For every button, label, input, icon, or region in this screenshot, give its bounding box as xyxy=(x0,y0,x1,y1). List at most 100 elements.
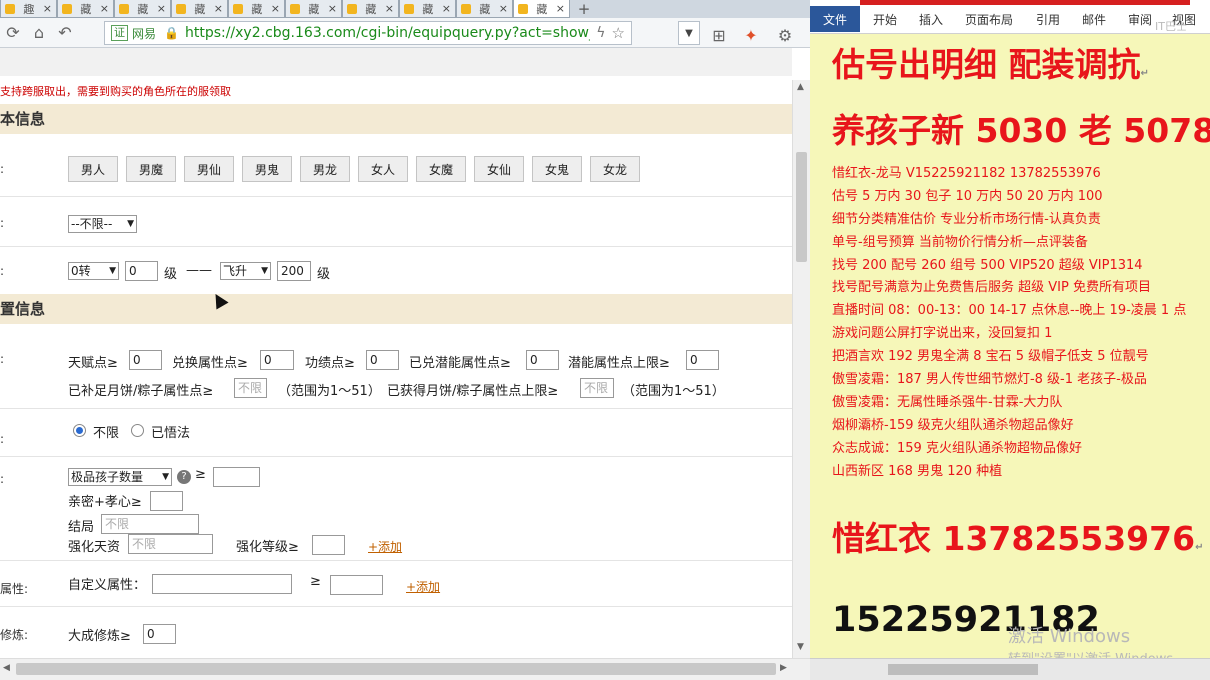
star-icon[interactable]: ☆ xyxy=(612,24,625,42)
new-tab-button[interactable]: + xyxy=(570,0,598,18)
ribbon-tab-mailings[interactable]: 邮件 xyxy=(1082,11,1106,28)
close-icon[interactable]: × xyxy=(43,2,52,15)
refresh-icon[interactable]: ⟳ xyxy=(0,21,26,45)
ribbon-tab-insert[interactable]: 插入 xyxy=(919,11,943,28)
ribbon-tab-layout[interactable]: 页面布局 xyxy=(965,11,1013,28)
role-button-nangui[interactable]: 男鬼 xyxy=(242,156,292,182)
row-marker: : xyxy=(0,472,5,486)
gongji-input[interactable]: 0 xyxy=(366,350,399,370)
qinmi-input[interactable] xyxy=(150,491,183,511)
scroll-up-icon[interactable]: ▲ xyxy=(797,82,804,92)
close-icon[interactable]: × xyxy=(157,2,166,15)
browser-tab-active[interactable]: 藏 × xyxy=(513,0,570,18)
help-icon[interactable]: ? xyxy=(177,470,191,484)
add-link[interactable]: +添加 xyxy=(406,578,440,595)
zhuan-from-select[interactable]: 0转 ▼ xyxy=(68,262,119,280)
favicon-icon xyxy=(233,3,243,14)
level-to-input[interactable]: 200 xyxy=(277,261,311,281)
radio-wufa[interactable] xyxy=(131,424,144,437)
qianghua-level-input[interactable] xyxy=(312,535,345,555)
doc-line: 单号-组号预算 当前物价行情分析—点评装备 xyxy=(832,235,1088,250)
lightning-icon[interactable]: ϟ xyxy=(596,25,605,41)
browser-tab[interactable]: 藏 × xyxy=(456,0,513,18)
tianfu-input[interactable]: 0 xyxy=(129,350,162,370)
yibu-input[interactable]: 不限 xyxy=(234,378,267,398)
zhuan-to-select[interactable]: 飞升 ▼ xyxy=(220,262,271,280)
close-icon[interactable]: × xyxy=(385,2,394,15)
role-button-nvlong[interactable]: 女龙 xyxy=(590,156,640,182)
role-button-nvren[interactable]: 女人 xyxy=(358,156,408,182)
browser-tab[interactable]: 藏 × xyxy=(57,0,114,18)
game-icon[interactable]: ✦ xyxy=(738,23,764,47)
qianneng-input[interactable]: 0 xyxy=(686,350,719,370)
level-unit: 级 xyxy=(164,267,178,282)
lock-icon: 🔒 xyxy=(164,26,179,40)
level-from-input[interactable]: 0 xyxy=(125,261,158,281)
duihuan-input[interactable]: 0 xyxy=(260,350,294,370)
close-icon[interactable]: × xyxy=(499,2,508,15)
doc-contact-text: 惜红衣 13782553976 xyxy=(832,519,1196,558)
url-text[interactable]: https://xy2.cbg.163.com/cgi-bin/equipque… xyxy=(185,25,590,41)
role-button-nvmo[interactable]: 女魔 xyxy=(416,156,466,182)
yidui-input[interactable]: 0 xyxy=(526,350,559,370)
role-button-nvxian[interactable]: 女仙 xyxy=(474,156,524,182)
scroll-thumb[interactable] xyxy=(888,664,1038,675)
role-button-nanxian[interactable]: 男仙 xyxy=(184,156,234,182)
browser-tab[interactable]: 趣 × xyxy=(0,0,57,18)
gender-select[interactable]: --不限-- ▼ xyxy=(68,215,137,233)
browser-tab[interactable]: 藏 × xyxy=(342,0,399,18)
chevron-down-icon: ▼ xyxy=(261,266,268,276)
role-button-nanlong[interactable]: 男龙 xyxy=(300,156,350,182)
address-dropdown-icon[interactable]: ▼ xyxy=(678,21,700,45)
ribbon-tab-references[interactable]: 引用 xyxy=(1036,11,1060,28)
jieju-input[interactable]: 不限 xyxy=(101,514,199,534)
tab-title: 藏 xyxy=(422,2,434,16)
doc-title-1-text: 估号出明细 配装调抗 xyxy=(832,45,1141,84)
browser-tab[interactable]: 藏 × xyxy=(114,0,171,18)
scroll-thumb[interactable] xyxy=(796,152,807,262)
close-icon[interactable]: × xyxy=(328,2,337,15)
yihuode-input[interactable]: 不限 xyxy=(580,378,614,398)
doc-line: 找号 200 配号 260 组号 500 VIP520 超级 VIP1314 xyxy=(832,258,1143,273)
scroll-right-icon[interactable]: ▶ xyxy=(780,663,787,673)
role-button-nvgui[interactable]: 女鬼 xyxy=(532,156,582,182)
vertical-scrollbar[interactable]: ▲ ▼ xyxy=(792,80,810,658)
scroll-thumb[interactable] xyxy=(16,663,776,675)
tab-title: 趣 xyxy=(23,2,35,16)
cert-badge: 证 xyxy=(111,25,128,41)
tools-icon[interactable]: ⚙ xyxy=(772,23,798,47)
close-icon[interactable]: × xyxy=(214,2,223,15)
grid-icon[interactable]: ⊞ xyxy=(706,23,732,47)
back-icon[interactable]: ↶ xyxy=(52,21,78,45)
browser-tab[interactable]: 藏 × xyxy=(285,0,342,18)
browser-tab[interactable]: 藏 × xyxy=(399,0,456,18)
xiulian-input[interactable]: 0 xyxy=(143,624,176,644)
gongji-label: 功绩点≥ xyxy=(305,356,355,371)
scroll-left-icon[interactable]: ◀ xyxy=(3,663,10,673)
add-link[interactable]: +添加 xyxy=(368,538,402,555)
custom-attr-value-input[interactable] xyxy=(330,575,383,595)
file-tab[interactable]: 文件 xyxy=(810,6,860,32)
close-icon[interactable]: × xyxy=(442,2,451,15)
home-icon[interactable]: ⌂ xyxy=(26,21,52,45)
browser-tab[interactable]: 藏 × xyxy=(171,0,228,18)
scroll-down-icon[interactable]: ▼ xyxy=(797,642,804,652)
close-icon[interactable]: × xyxy=(556,2,565,15)
horizontal-scrollbar[interactable]: ◀ ▶ xyxy=(0,658,810,680)
child-count-input[interactable] xyxy=(213,467,260,487)
doc-line: 傲雪凌霜：无属性睡杀强牛-甘霖-大力队 xyxy=(832,395,1063,410)
qianghua-input[interactable]: 不限 xyxy=(128,534,213,554)
doc-line: 估号 5 万内 30 包子 10 万内 50 20 万内 100 xyxy=(832,189,1103,204)
ribbon-tab-home[interactable]: 开始 xyxy=(873,11,897,28)
ribbon-tab-review[interactable]: 审阅 xyxy=(1128,11,1152,28)
custom-attr-input[interactable] xyxy=(152,574,292,594)
address-bar[interactable]: 证 网易 🔒 https://xy2.cbg.163.com/cgi-bin/e… xyxy=(104,21,632,45)
role-button-nanren[interactable]: 男人 xyxy=(68,156,118,182)
role-button-nanmo[interactable]: 男魔 xyxy=(126,156,176,182)
close-icon[interactable]: × xyxy=(271,2,280,15)
radio-unlimited[interactable] xyxy=(73,424,86,437)
browser-tab[interactable]: 藏 × xyxy=(228,0,285,18)
child-count-select[interactable]: 极品孩子数量 ▼ xyxy=(68,468,172,486)
word-horizontal-scrollbar[interactable] xyxy=(810,658,1210,680)
close-icon[interactable]: × xyxy=(100,2,109,15)
